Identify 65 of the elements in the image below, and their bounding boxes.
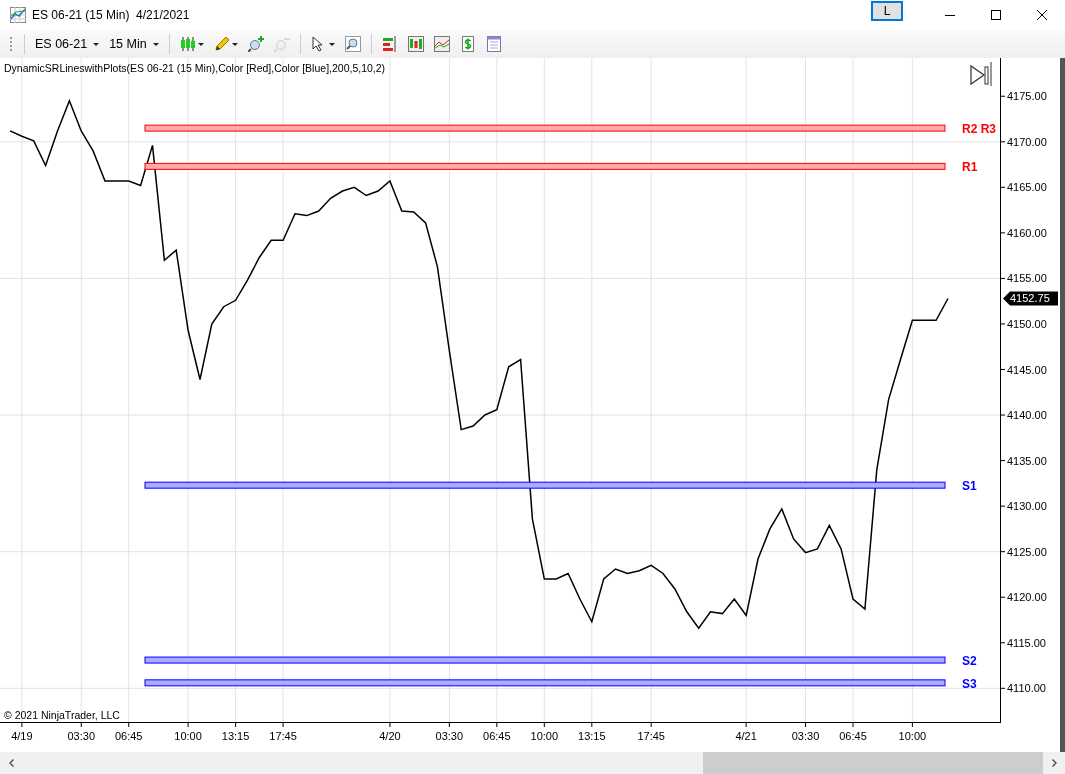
line-chart-icon — [433, 36, 450, 52]
price-axis-label: 4135.00 — [1007, 454, 1047, 467]
caret-icon — [152, 42, 159, 46]
time-axis-label: 4/21 — [735, 730, 757, 742]
caret-icon — [328, 42, 335, 46]
link-button[interactable]: L — [871, 1, 903, 21]
price-axis-label: 4170.00 — [1007, 135, 1047, 148]
price-axis-label: 4115.00 — [1007, 636, 1046, 649]
time-axis-label: 03:30 — [791, 730, 820, 742]
close-icon — [1037, 10, 1047, 20]
caret-icon — [197, 42, 204, 46]
zoom-in-icon — [247, 36, 264, 52]
zoom-out-icon — [273, 36, 290, 52]
magnifier-icon — [344, 36, 361, 52]
price-axis-label: 4155.00 — [1007, 272, 1047, 285]
price-axis-label: 4125.00 — [1007, 545, 1047, 558]
price-axis-label: 4130.00 — [1007, 500, 1047, 513]
minimize-icon — [945, 14, 955, 16]
price-axis-label: 4160.00 — [1007, 226, 1047, 239]
level-label: S2 — [962, 654, 977, 669]
time-axis-label: 4/20 — [379, 730, 401, 742]
time-axis-label: 13:15 — [578, 730, 606, 742]
price-axis-label: 4140.00 — [1007, 409, 1047, 422]
price-axis-label: 4175.00 — [1007, 90, 1047, 103]
caret-icon — [93, 42, 100, 46]
level-label: S3 — [962, 676, 977, 691]
chevron-right-icon — [1051, 759, 1057, 767]
price-axis-label: 4120.00 — [1007, 591, 1047, 604]
dollar-icon — [459, 36, 476, 52]
instrument-dropdown[interactable]: ES 06-21 — [31, 35, 104, 53]
price-axis-label: 4110.00 — [1007, 682, 1046, 695]
window-icon — [485, 36, 502, 52]
copyright-text: © 2021 NinjaTrader, LLC — [4, 709, 120, 721]
price-axis-label: 4165.00 — [1007, 181, 1047, 194]
level-label: R2 R3 — [962, 122, 996, 137]
last-price-label: 4152.75 — [1003, 291, 1058, 306]
level-label: S1 — [962, 479, 977, 494]
skip-to-end-icon[interactable] — [970, 61, 992, 87]
window-title: ES 06-21 (15 Min) 4/21/2021 — [32, 8, 190, 22]
data-series-icon — [381, 36, 398, 52]
maximize-icon — [991, 10, 1001, 20]
interval-dropdown[interactable]: 15 Min — [105, 35, 163, 53]
chevron-left-icon — [8, 759, 14, 767]
time-axis-label: 13:15 — [221, 730, 250, 742]
time-axis-label: 17:45 — [269, 730, 297, 742]
time-axis-label: 10:00 — [530, 730, 559, 742]
price-axis-label: 4150.00 — [1007, 317, 1047, 330]
time-axis-label: 03:30 — [435, 730, 464, 742]
level-label: R1 — [962, 160, 978, 175]
time-axis-label: 10:00 — [898, 730, 927, 742]
time-axis-label: 10:00 — [174, 730, 202, 742]
chart-icon — [10, 7, 26, 23]
caret-icon — [231, 42, 238, 46]
time-axis-label: 06:45 — [839, 730, 867, 742]
time-axis-label: 03:30 — [67, 730, 95, 742]
pencil-icon — [213, 36, 230, 52]
price-axis-label: 4145.00 — [1007, 363, 1047, 376]
time-axis-label: 06:45 — [114, 730, 143, 742]
indicator-label: DynamicSRLineswithPlots(ES 06-21 (15 Min),Color [Red],Color [Blue],200,5,10,2) — [4, 62, 386, 74]
candlestick-icon — [179, 36, 196, 52]
time-axis-label: 06:45 — [483, 730, 511, 742]
scrollbar-thumb[interactable] — [703, 752, 1043, 774]
time-axis-label: 17:45 — [637, 730, 665, 742]
time-axis-label: 4/19 — [11, 730, 33, 742]
bar-chart-icon — [407, 36, 424, 52]
